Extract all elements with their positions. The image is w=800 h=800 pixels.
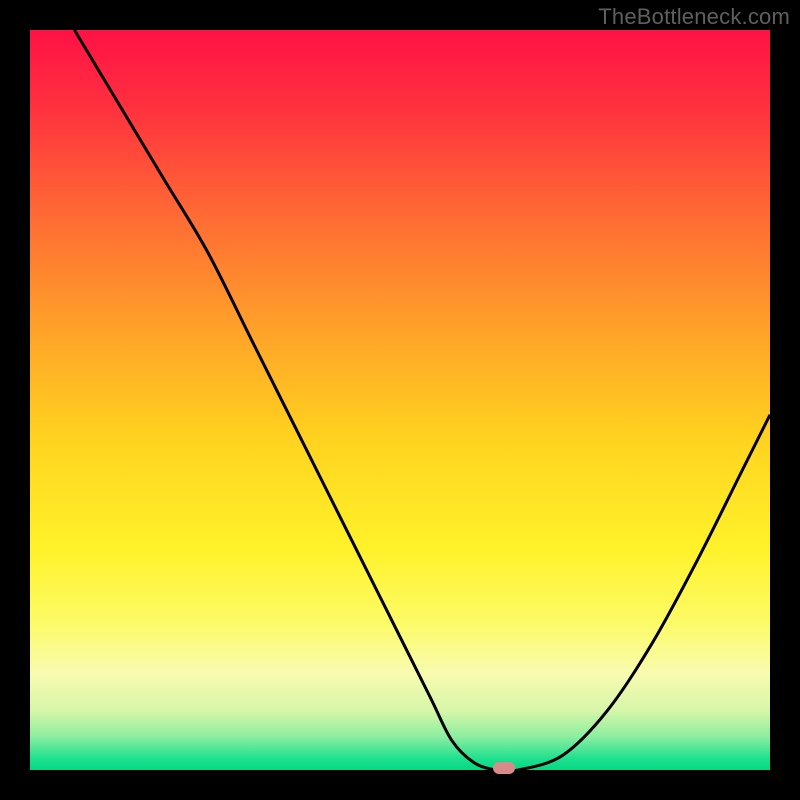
attribution-label: TheBottleneck.com bbox=[598, 4, 790, 30]
chart-frame: TheBottleneck.com bbox=[0, 0, 800, 800]
curve-path bbox=[74, 30, 770, 770]
optimal-marker bbox=[493, 762, 515, 774]
bottleneck-curve bbox=[30, 30, 770, 770]
plot-area bbox=[30, 30, 770, 770]
